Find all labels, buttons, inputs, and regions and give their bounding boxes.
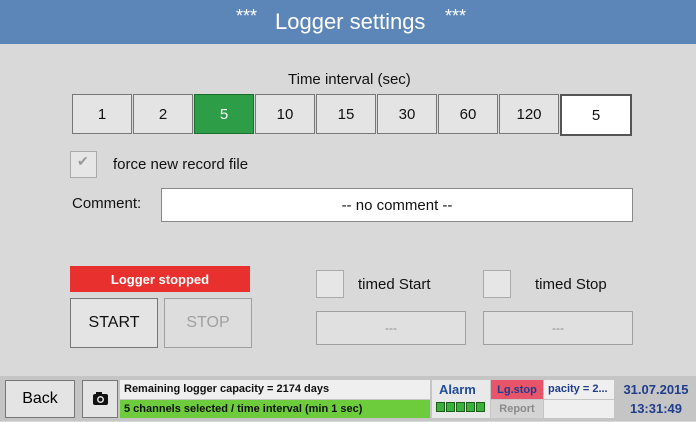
time-display: 13:31:49 <box>629 401 683 416</box>
force-new-record-checkbox[interactable]: ✔ <box>70 151 97 178</box>
timed-stop-label: timed Stop <box>535 276 607 293</box>
force-new-record-label: force new record file <box>113 156 249 173</box>
interval-option-60[interactable]: 60 <box>438 94 498 134</box>
date-display: 31.07.2015 <box>623 382 689 397</box>
alarm-cell <box>456 402 465 412</box>
interval-option-2[interactable]: 2 <box>133 94 193 134</box>
timed-stop-field[interactable]: --- <box>483 311 633 345</box>
timed-start-label: timed Start <box>358 276 431 293</box>
time-interval-label: Time interval (sec) <box>288 71 411 88</box>
title-bar: *** Logger settings *** <box>0 0 696 44</box>
report-button[interactable]: Report <box>491 400 543 418</box>
interval-option-10[interactable]: 10 <box>255 94 315 134</box>
capacity-ticker: pacity = 2... <box>544 380 614 399</box>
interval-option-30[interactable]: 30 <box>377 94 437 134</box>
title-stars-left: *** <box>236 6 258 26</box>
channels-info: 5 channels selected / time interval (min… <box>120 400 430 418</box>
alarm-cell <box>466 402 475 412</box>
timed-start-field[interactable]: --- <box>316 311 466 345</box>
logger-capacity-info: Remaining logger capacity = 2174 days <box>120 380 430 399</box>
back-button[interactable]: Back <box>5 380 75 418</box>
interval-value-field[interactable]: 5 <box>560 94 632 136</box>
timed-stop-checkbox[interactable] <box>483 270 511 298</box>
checkmark-icon: ✔ <box>77 153 89 169</box>
page-title: Logger settings <box>275 9 426 34</box>
alarm-label: Alarm <box>439 382 476 397</box>
alarm-status-cells <box>436 402 486 412</box>
screenshot-button[interactable] <box>82 380 118 418</box>
comment-label: Comment: <box>72 195 142 212</box>
interval-option-5[interactable]: 5 <box>194 94 254 134</box>
logger-stop-status[interactable]: Lg.stop <box>491 380 543 399</box>
timed-start-checkbox[interactable] <box>316 270 344 298</box>
title-stars-right: *** <box>445 6 467 26</box>
logger-status-badge: Logger stopped <box>70 266 250 292</box>
interval-option-15[interactable]: 15 <box>316 94 376 134</box>
capacity-ticker-lower <box>544 400 614 418</box>
comment-field[interactable]: -- no comment -- <box>161 188 633 222</box>
alarm-cell <box>476 402 485 412</box>
stop-button[interactable]: STOP <box>164 298 252 348</box>
interval-option-120[interactable]: 120 <box>499 94 559 134</box>
alarm-cell <box>446 402 455 412</box>
interval-option-1[interactable]: 1 <box>72 94 132 134</box>
alarm-cell <box>436 402 445 412</box>
camera-icon <box>93 392 108 405</box>
start-button[interactable]: START <box>70 298 158 348</box>
